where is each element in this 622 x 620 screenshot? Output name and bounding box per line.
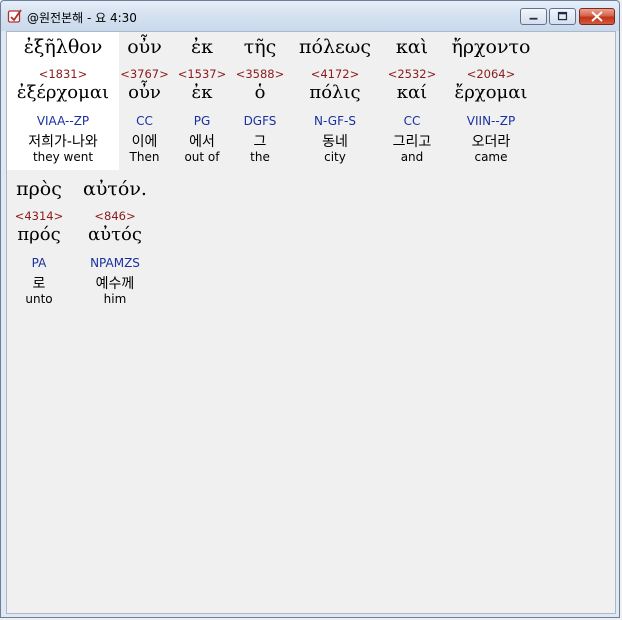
app-window: @원전본해 - 요 4:30 ἐξῆλθον <1831> ἐξέρχομαι — [0, 0, 620, 618]
title-bar[interactable]: @원전본해 - 요 4:30 — [1, 1, 619, 31]
english-gloss: unto — [25, 292, 53, 306]
korean-gloss: 에서 — [189, 134, 215, 150]
lemma: πρός — [17, 224, 61, 245]
korean-gloss: 예수께 — [95, 276, 135, 292]
word-block[interactable]: πόλεως <4172> πόλις N-GF-S 동네 city — [290, 32, 380, 170]
word-block[interactable]: τῆς <3588> ὁ DGFS 그 the — [233, 32, 287, 170]
minimize-icon — [529, 17, 538, 20]
word-block[interactable]: ἐκ <1537> ἐκ PG 에서 out of — [173, 32, 231, 170]
strong-number: <2532> — [387, 67, 437, 81]
close-button[interactable] — [579, 8, 615, 25]
morphology-code: VIAA--ZP — [36, 114, 90, 128]
window-title: @원전본해 - 요 4:30 — [27, 11, 137, 25]
korean-gloss: 그리고 — [392, 134, 432, 150]
morphology-code: VIIN--ZP — [466, 114, 516, 128]
greek-word: πόλεως — [299, 36, 371, 58]
english-gloss: him — [103, 292, 127, 306]
greek-word: οὖν — [127, 36, 162, 58]
morphology-code: DGFS — [243, 114, 277, 128]
greek-word: αὐτόν. — [83, 178, 147, 200]
strong-number: <4172> — [310, 67, 360, 81]
strong-number: <1831> — [38, 67, 88, 81]
english-gloss: out of — [184, 150, 220, 164]
lemma: οὖν — [128, 82, 161, 103]
morphology-code: N-GF-S — [314, 114, 356, 128]
word-block[interactable]: αὐτόν. <846> αὐτός NPAMZS 예수께 him — [73, 174, 157, 312]
word-block[interactable]: ἐξῆλθον <1831> ἐξέρχομαι VIAA--ZP 저희가-나와… — [7, 32, 119, 170]
greek-word: ἐκ — [190, 36, 214, 58]
lemma: πόλις — [309, 82, 361, 103]
word-block[interactable]: ἤρχοντο <2064> ἔρχομαι VIIN--ZP 오더라 came — [443, 32, 539, 170]
english-gloss: Then — [129, 150, 160, 164]
greek-word: ἐξῆλθον — [23, 36, 103, 58]
strong-number: <2064> — [466, 67, 516, 81]
word-block[interactable]: πρὸς <4314> πρός PA 로 unto — [7, 174, 71, 312]
morphology-code: NPAMZS — [90, 256, 140, 270]
english-gloss: the — [250, 150, 270, 164]
greek-word: τῆς — [243, 36, 277, 58]
strong-number: <846> — [94, 209, 136, 223]
morphology-code: CC — [136, 114, 153, 128]
english-gloss: they went — [32, 150, 94, 164]
strong-number: <1537> — [177, 67, 227, 81]
maximize-button[interactable] — [549, 8, 576, 25]
word-block[interactable]: οὖν <3767> οὖν CC 이에 Then — [119, 32, 170, 170]
english-gloss: and — [400, 150, 424, 164]
lemma: ὁ — [254, 82, 266, 103]
english-gloss: city — [324, 150, 346, 164]
lemma: ἔρχομαι — [454, 82, 528, 103]
korean-gloss: 그 — [253, 134, 267, 150]
app-icon[interactable] — [7, 8, 23, 24]
korean-gloss: 오더라 — [471, 134, 511, 150]
morphology-code: PA — [31, 256, 47, 270]
morphology-code: PG — [193, 114, 211, 128]
lemma: καί — [396, 82, 428, 103]
minimize-button[interactable] — [520, 8, 547, 25]
lemma: ἐξέρχομαι — [16, 82, 110, 103]
korean-gloss: 이에 — [131, 134, 158, 150]
maximize-icon — [557, 11, 568, 21]
greek-word: ἤρχοντο — [451, 36, 531, 58]
close-icon — [591, 11, 603, 22]
lemma: αὐτός — [88, 224, 142, 245]
strong-number: <3588> — [235, 67, 285, 81]
korean-gloss: 동네 — [322, 134, 348, 150]
korean-gloss: 로 — [32, 276, 46, 292]
greek-word: καὶ — [395, 36, 429, 58]
strong-number: <4314> — [14, 209, 64, 223]
greek-word: πρὸς — [16, 178, 62, 200]
korean-gloss: 저희가-나와 — [28, 134, 98, 150]
lemma: ἐκ — [191, 82, 213, 103]
word-block[interactable]: καὶ <2532> καί CC 그리고 and — [383, 32, 441, 170]
strong-number: <3767> — [120, 67, 169, 81]
english-gloss: came — [474, 150, 508, 164]
verse-view[interactable]: ἐξῆλθον <1831> ἐξέρχομαι VIAA--ZP 저희가-나와… — [6, 31, 616, 614]
morphology-code: CC — [403, 114, 421, 128]
interlinear-verse: ἐξῆλθον <1831> ἐξέρχομαι VIAA--ZP 저희가-나와… — [7, 32, 615, 613]
